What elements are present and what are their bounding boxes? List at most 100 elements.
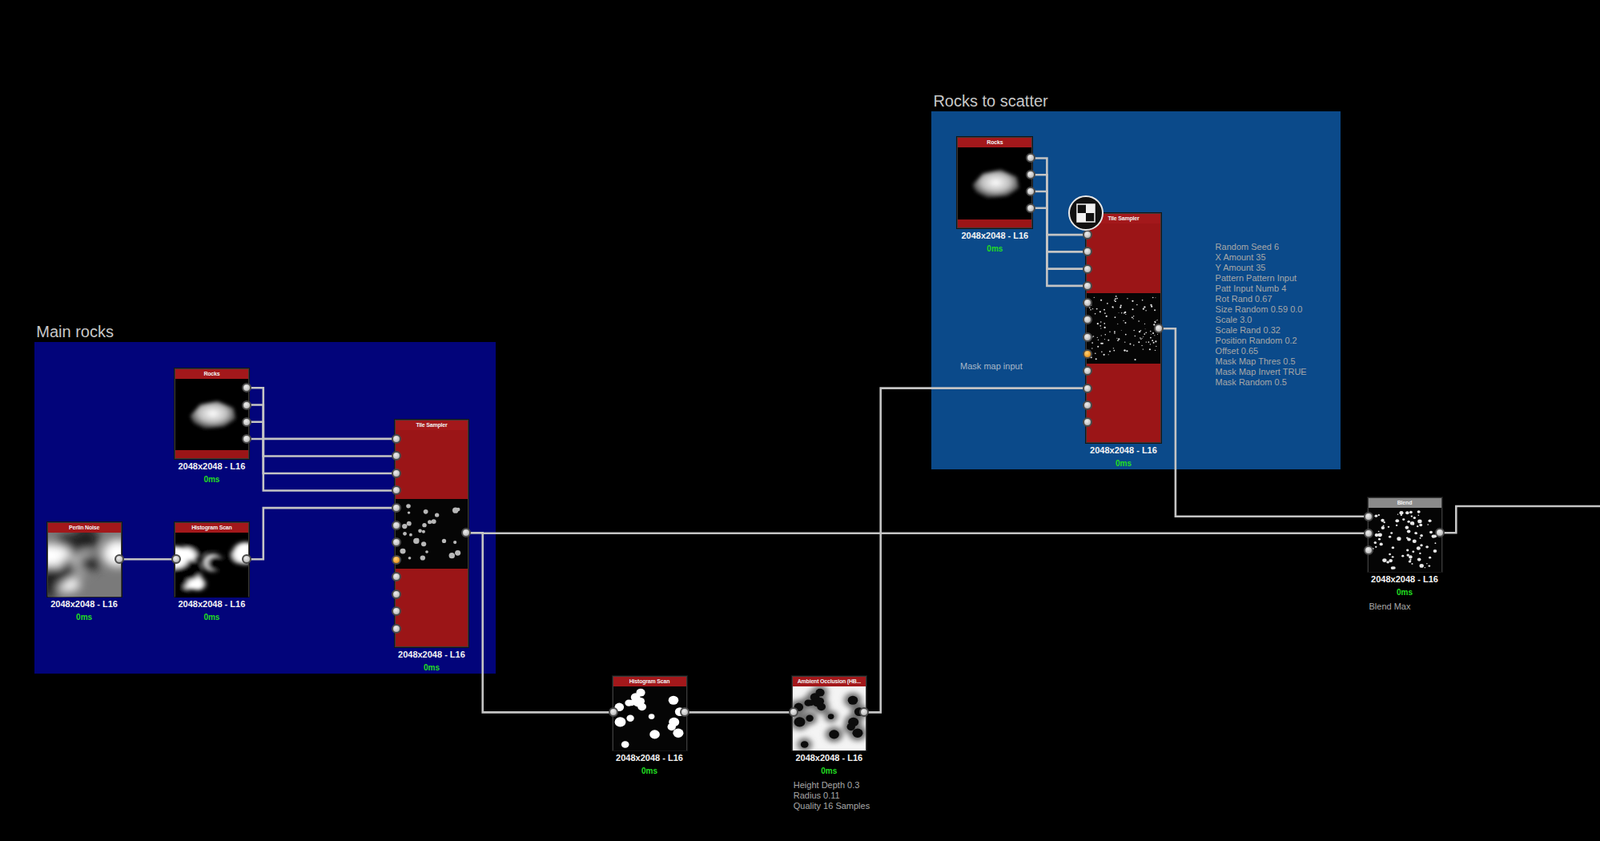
node-body[interactable]: Rocks <box>956 136 1033 230</box>
param-line: Mask Map Invert TRUE <box>1215 366 1307 378</box>
param-line: Quality 16 Samples <box>793 800 870 812</box>
node-title: Tile Sampler <box>415 422 447 429</box>
input-pin[interactable] <box>391 434 402 444</box>
input-pin[interactable] <box>1082 281 1093 291</box>
link-wire[interactable] <box>246 387 397 439</box>
node-body[interactable]: Tile Sampler <box>1085 213 1162 443</box>
input-pin[interactable] <box>391 468 402 479</box>
node-body[interactable]: Perlin Noise <box>47 522 122 597</box>
link-wire[interactable] <box>246 405 397 457</box>
node-header[interactable]: Blend <box>1368 498 1442 508</box>
graph-node[interactable]: Histogram Scan2048x2048 - L160ms <box>174 522 250 626</box>
param-line: Rot Rand 0.67 <box>1215 293 1307 305</box>
param-line: Scale Rand 0.32 <box>1215 325 1307 336</box>
tiling-badge[interactable] <box>1067 194 1105 232</box>
input-pin[interactable] <box>391 571 402 582</box>
output-pin[interactable] <box>241 400 252 411</box>
graph-canvas[interactable]: Main rocksRocks to scatterMask map input… <box>0 0 1600 841</box>
input-pin[interactable] <box>391 589 402 599</box>
graph-node[interactable]: Rocks 2048x2048 - L160ms <box>174 368 250 488</box>
output-pin[interactable] <box>1025 169 1036 180</box>
link-wire[interactable] <box>246 507 397 559</box>
graph-node[interactable]: Ambient Occlusion (HB...2048x2048 - L160… <box>791 675 867 812</box>
link-wire[interactable] <box>246 438 397 491</box>
input-pin[interactable] <box>391 485 402 495</box>
link-wire[interactable] <box>1159 328 1370 517</box>
node-resolution: 2048x2048 - L16 <box>1089 445 1158 456</box>
tile-sampler-scatter-thumbnail <box>1086 293 1161 364</box>
link-wire[interactable] <box>1439 506 1600 533</box>
input-pin[interactable] <box>1082 417 1093 427</box>
input-pin[interactable] <box>1082 365 1093 376</box>
input-pin[interactable] <box>391 554 402 565</box>
node-time: 0ms <box>641 763 658 780</box>
param-line: Scale 3.0 <box>1215 314 1307 326</box>
ambient-occlusion-thumbnail <box>792 686 866 751</box>
node-header[interactable]: Perlin Noise <box>48 522 121 533</box>
node-header[interactable]: Ambient Occlusion (HB... <box>792 676 866 687</box>
node-header[interactable]: Histogram Scan <box>175 522 249 533</box>
node-body[interactable]: Histogram Scan <box>174 522 250 597</box>
input-pin[interactable] <box>1082 383 1093 394</box>
output-pin[interactable] <box>1025 203 1036 214</box>
input-pin[interactable] <box>391 450 402 461</box>
node-body[interactable]: Blend <box>1367 497 1443 572</box>
node-thumbnail <box>1368 507 1442 572</box>
histogram-blobs-thumbnail <box>613 686 687 751</box>
input-pin[interactable] <box>391 537 402 547</box>
input-pin[interactable] <box>391 606 402 616</box>
param-line: Random Seed 6 <box>1215 241 1307 253</box>
node-body[interactable]: Rocks <box>174 368 250 459</box>
frame-title: Main rocks <box>36 322 496 341</box>
node-header[interactable]: Tile Sampler <box>395 420 468 431</box>
node-thumbnail <box>613 686 687 751</box>
output-pin[interactable] <box>1025 186 1036 197</box>
link-wire[interactable] <box>466 532 614 712</box>
graph-node[interactable]: Blend2048x2048 - L160msBlend Max <box>1367 497 1443 612</box>
graph-node[interactable]: Histogram Scan2048x2048 - L160ms <box>612 675 688 780</box>
param-line: Patt Input Numb 4 <box>1215 283 1307 294</box>
graph-node[interactable]: Rocks2048x2048 - L160ms <box>956 136 1033 258</box>
output-pin[interactable] <box>679 707 690 717</box>
input-pin[interactable] <box>391 520 402 531</box>
histogram-thumbnail <box>175 532 249 597</box>
node-title: Blend <box>1397 499 1412 507</box>
link-wire[interactable] <box>119 558 177 561</box>
link-wire[interactable] <box>246 422 397 474</box>
node-header[interactable]: Histogram Scan <box>613 676 687 687</box>
graph-node[interactable]: Tile Sampler2048x2048 - L160ms <box>394 419 469 676</box>
node-resolution: 2048x2048 - L16 <box>177 461 246 472</box>
input-pin[interactable] <box>1082 400 1093 411</box>
link-wire[interactable] <box>466 531 1369 535</box>
node-thumbnail <box>1086 293 1161 364</box>
input-pin[interactable] <box>1082 332 1093 342</box>
input-pin[interactable] <box>391 623 402 634</box>
param-line: Mask Map Thres 0.5 <box>1215 356 1307 367</box>
output-pin[interactable] <box>859 707 869 717</box>
node-params: Height Depth 0.3Radius 0.11Quality 16 Sa… <box>793 779 870 812</box>
node-body[interactable]: Ambient Occlusion (HB... <box>791 675 867 751</box>
input-pin[interactable] <box>1082 297 1093 308</box>
output-pin[interactable] <box>1435 527 1445 538</box>
graph-node[interactable]: Tile Sampler2048x2048 - L160ms <box>1085 213 1162 472</box>
input-pin[interactable] <box>1082 229 1093 240</box>
link-wire[interactable] <box>864 388 1087 713</box>
node-time: 0ms <box>1396 584 1413 601</box>
node-thumbnail <box>175 532 249 597</box>
node-body[interactable]: Histogram Scan <box>612 675 688 751</box>
input-pin[interactable] <box>1082 264 1093 274</box>
node-header[interactable]: Rocks <box>175 369 249 379</box>
input-pin[interactable] <box>391 502 402 513</box>
link-wire[interactable] <box>684 711 794 714</box>
input-pin[interactable] <box>171 554 181 564</box>
graph-node[interactable]: Perlin Noise2048x2048 - L160ms <box>47 522 122 626</box>
blend-thumbnail <box>1368 507 1442 572</box>
param-line: Blend Max <box>1369 601 1412 612</box>
node-time: 0ms <box>203 471 220 488</box>
node-body[interactable]: Tile Sampler <box>394 419 469 648</box>
input-pin[interactable] <box>1082 246 1093 257</box>
input-pin[interactable] <box>1082 349 1093 359</box>
node-header[interactable]: Rocks <box>957 137 1032 148</box>
param-line: Y Amount 35 <box>1215 262 1307 274</box>
node-time: 0ms <box>986 241 1003 258</box>
